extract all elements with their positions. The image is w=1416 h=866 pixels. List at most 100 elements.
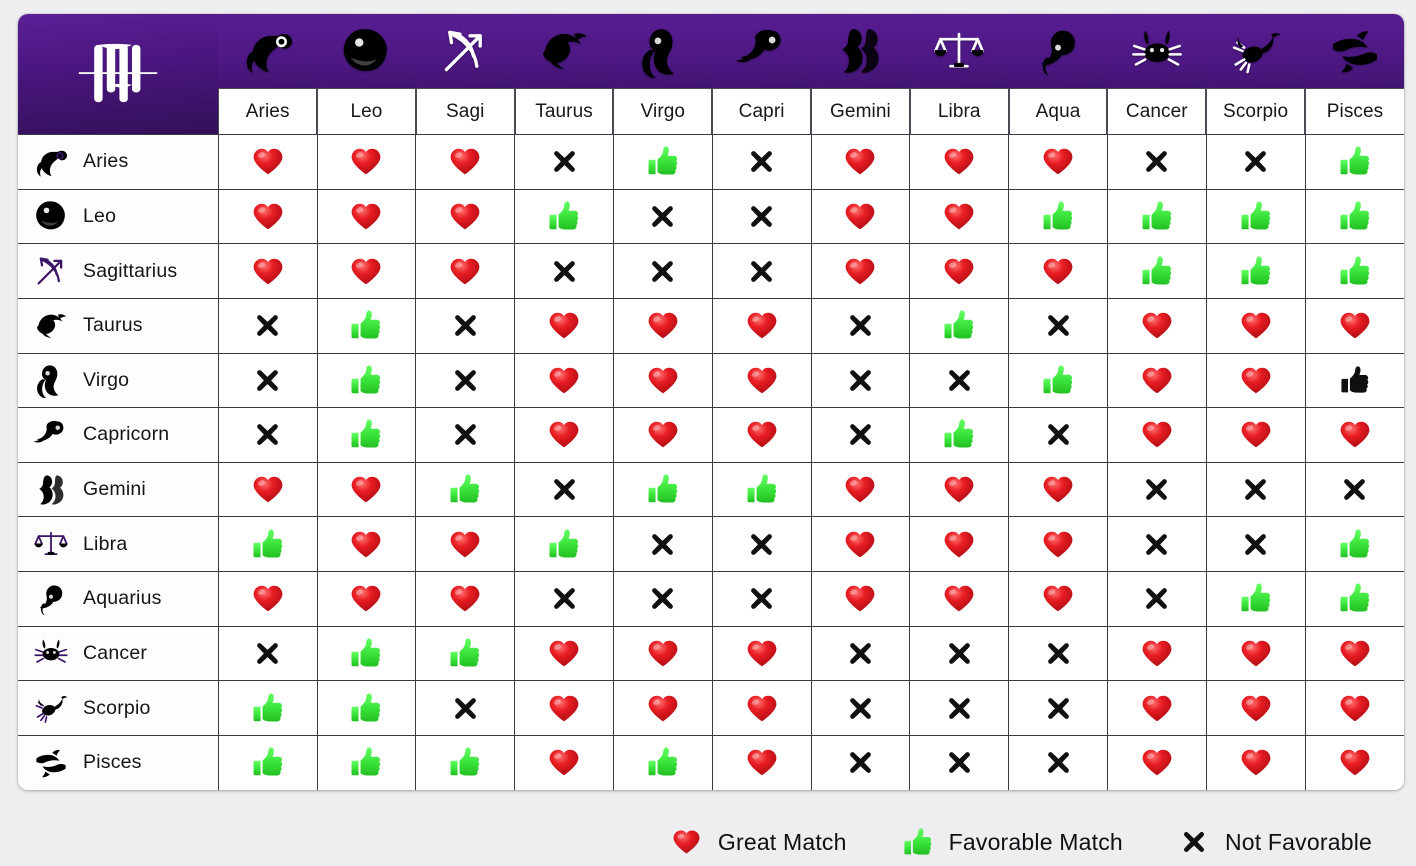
cell-gemini-sagi[interactable]	[415, 461, 516, 517]
cell-scorpio-cancer[interactable]	[1107, 680, 1207, 736]
cell-leo-sagi[interactable]	[415, 188, 516, 244]
cell-leo-pisces[interactable]	[1305, 188, 1404, 244]
cell-gemini-libra[interactable]	[909, 461, 1010, 517]
cell-virgo-pisces[interactable]	[1305, 352, 1404, 408]
cell-cancer-aqua[interactable]	[1008, 625, 1108, 681]
cell-capricorn-virgo[interactable]	[613, 407, 713, 463]
cell-capricorn-aqua[interactable]	[1008, 407, 1108, 463]
cell-pisces-aries[interactable]	[218, 734, 318, 790]
cell-scorpio-pisces[interactable]	[1305, 680, 1404, 736]
cell-libra-virgo[interactable]	[613, 516, 713, 572]
cell-gemini-gemini[interactable]	[811, 461, 911, 517]
cell-cancer-cancer[interactable]	[1107, 625, 1207, 681]
cell-aries-scorpio[interactable]	[1206, 134, 1306, 190]
cell-scorpio-taurus[interactable]	[514, 680, 614, 736]
cell-pisces-scorpio[interactable]	[1206, 734, 1306, 790]
column-header-virgo[interactable]: Virgo	[613, 14, 713, 135]
cell-libra-pisces[interactable]	[1305, 516, 1404, 572]
cell-virgo-taurus[interactable]	[514, 352, 614, 408]
cell-leo-scorpio[interactable]	[1206, 188, 1306, 244]
cell-taurus-pisces[interactable]	[1305, 297, 1404, 353]
cell-virgo-cancer[interactable]	[1107, 352, 1207, 408]
cell-sagittarius-gemini[interactable]	[811, 243, 911, 299]
cell-aries-cancer[interactable]	[1107, 134, 1207, 190]
row-header-taurus[interactable]: Taurus	[18, 297, 219, 353]
cell-aquarius-leo[interactable]	[317, 571, 417, 627]
cell-aquarius-cancer[interactable]	[1107, 571, 1207, 627]
cell-scorpio-aqua[interactable]	[1008, 680, 1108, 736]
cell-leo-aries[interactable]	[218, 188, 318, 244]
cell-aries-gemini[interactable]	[811, 134, 911, 190]
cell-libra-cancer[interactable]	[1107, 516, 1207, 572]
cell-taurus-aries[interactable]	[218, 297, 318, 353]
cell-aquarius-capri[interactable]	[712, 571, 812, 627]
cell-sagittarius-capri[interactable]	[712, 243, 812, 299]
row-header-sagittarius[interactable]: Sagittarius	[18, 243, 219, 299]
cell-libra-scorpio[interactable]	[1206, 516, 1306, 572]
cell-gemini-leo[interactable]	[317, 461, 417, 517]
cell-virgo-scorpio[interactable]	[1206, 352, 1306, 408]
cell-scorpio-sagi[interactable]	[415, 680, 516, 736]
cell-cancer-pisces[interactable]	[1305, 625, 1404, 681]
row-header-capricorn[interactable]: Capricorn	[18, 407, 219, 463]
cell-taurus-leo[interactable]	[317, 297, 417, 353]
cell-pisces-libra[interactable]	[909, 734, 1010, 790]
cell-gemini-cancer[interactable]	[1107, 461, 1207, 517]
cell-scorpio-virgo[interactable]	[613, 680, 713, 736]
cell-sagittarius-aries[interactable]	[218, 243, 318, 299]
cell-aquarius-scorpio[interactable]	[1206, 571, 1306, 627]
cell-gemini-virgo[interactable]	[613, 461, 713, 517]
cell-capricorn-libra[interactable]	[909, 407, 1010, 463]
cell-gemini-taurus[interactable]	[514, 461, 614, 517]
cell-cancer-taurus[interactable]	[514, 625, 614, 681]
cell-leo-virgo[interactable]	[613, 188, 713, 244]
cell-libra-libra[interactable]	[909, 516, 1010, 572]
cell-taurus-cancer[interactable]	[1107, 297, 1207, 353]
cell-taurus-virgo[interactable]	[613, 297, 713, 353]
cell-pisces-taurus[interactable]	[514, 734, 614, 790]
column-header-cancer[interactable]: Cancer	[1107, 14, 1207, 135]
cell-pisces-gemini[interactable]	[811, 734, 911, 790]
cell-leo-aqua[interactable]	[1008, 188, 1108, 244]
row-header-leo[interactable]: Leo	[18, 188, 219, 244]
cell-leo-capri[interactable]	[712, 188, 812, 244]
column-header-taurus[interactable]: Taurus	[514, 14, 614, 135]
cell-sagittarius-taurus[interactable]	[514, 243, 614, 299]
cell-cancer-gemini[interactable]	[811, 625, 911, 681]
cell-capricorn-scorpio[interactable]	[1206, 407, 1306, 463]
cell-leo-libra[interactable]	[909, 188, 1010, 244]
column-header-capri[interactable]: Capri	[712, 14, 812, 135]
cell-sagittarius-virgo[interactable]	[613, 243, 713, 299]
cell-libra-taurus[interactable]	[514, 516, 614, 572]
column-header-pisces[interactable]: Pisces	[1305, 14, 1404, 135]
cell-sagittarius-scorpio[interactable]	[1206, 243, 1306, 299]
column-header-sagi[interactable]: Sagi	[415, 14, 515, 135]
cell-gemini-scorpio[interactable]	[1206, 461, 1306, 517]
cell-aquarius-libra[interactable]	[909, 571, 1010, 627]
cell-aries-leo[interactable]	[317, 134, 417, 190]
cell-aquarius-sagi[interactable]	[415, 571, 516, 627]
cell-sagittarius-pisces[interactable]	[1305, 243, 1404, 299]
cell-aquarius-aries[interactable]	[218, 571, 318, 627]
cell-aries-aries[interactable]	[218, 134, 318, 190]
cell-pisces-capri[interactable]	[712, 734, 812, 790]
cell-libra-gemini[interactable]	[811, 516, 911, 572]
cell-cancer-sagi[interactable]	[415, 625, 516, 681]
cell-aries-capri[interactable]	[712, 134, 812, 190]
cell-sagittarius-aqua[interactable]	[1008, 243, 1108, 299]
column-header-aries[interactable]: Aries	[218, 14, 318, 135]
cell-capricorn-leo[interactable]	[317, 407, 417, 463]
column-header-libra[interactable]: Libra	[909, 14, 1009, 135]
cell-scorpio-capri[interactable]	[712, 680, 812, 736]
cell-gemini-aries[interactable]	[218, 461, 318, 517]
cell-aries-virgo[interactable]	[613, 134, 713, 190]
cell-pisces-pisces[interactable]	[1305, 734, 1404, 790]
cell-aries-libra[interactable]	[909, 134, 1010, 190]
cell-capricorn-sagi[interactable]	[415, 407, 516, 463]
cell-libra-leo[interactable]	[317, 516, 417, 572]
cell-taurus-taurus[interactable]	[514, 297, 614, 353]
row-header-aries[interactable]: Aries	[18, 134, 219, 190]
cell-sagittarius-sagi[interactable]	[415, 243, 516, 299]
cell-libra-sagi[interactable]	[415, 516, 516, 572]
cell-virgo-aqua[interactable]	[1008, 352, 1108, 408]
